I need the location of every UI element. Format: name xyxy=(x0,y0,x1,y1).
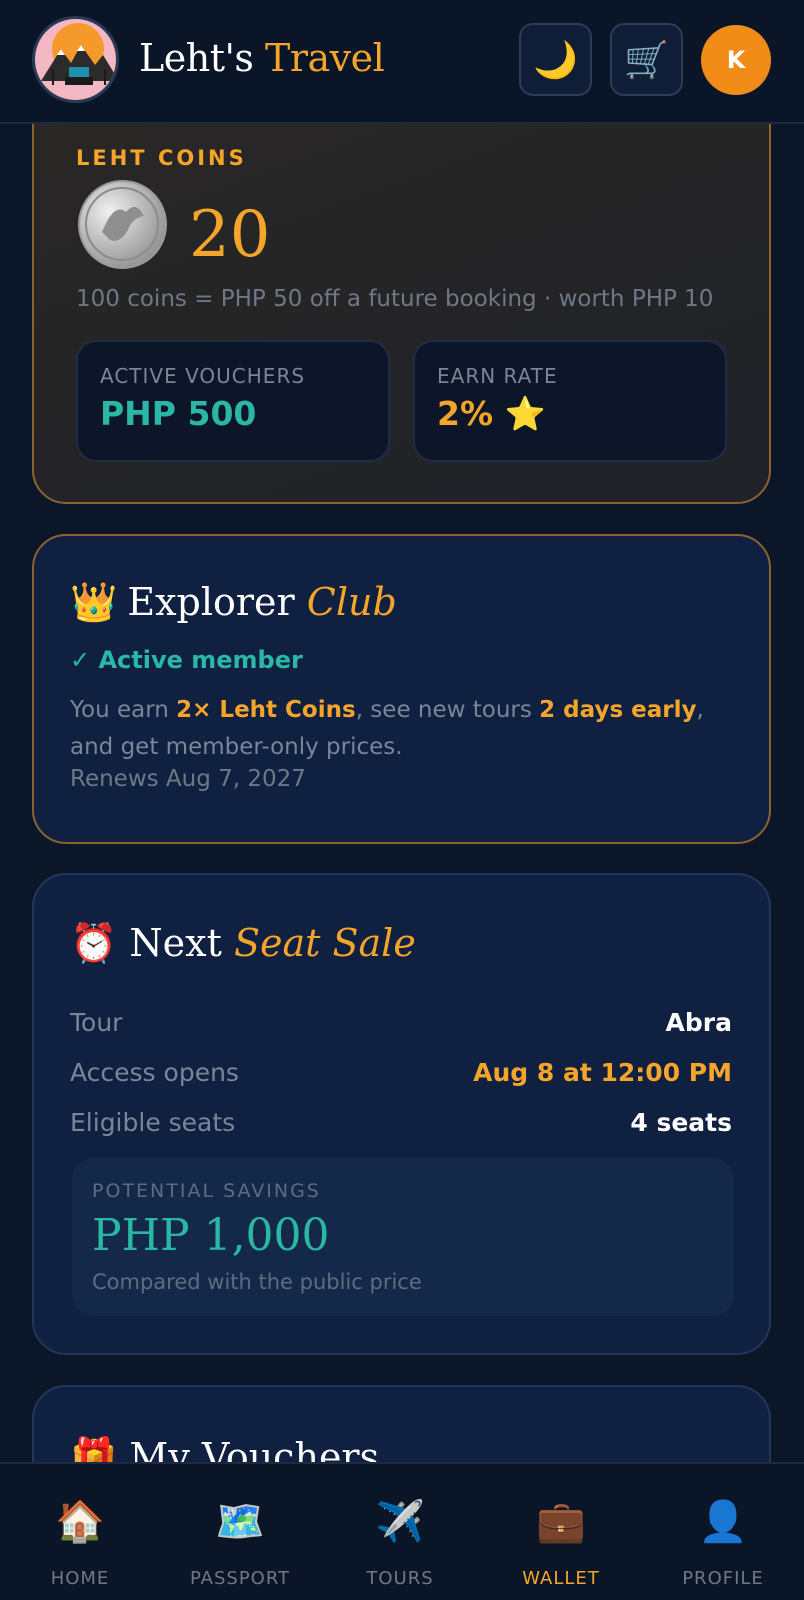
app-header: Leht's Travel 🌙 🛒 K xyxy=(0,0,804,124)
nav-home[interactable]: 🏠 HOME xyxy=(0,1464,160,1600)
potential-savings-box: POTENTIAL SAVINGS PHP 1,000 Compared wit… xyxy=(72,1158,734,1316)
club-desc-text: , see new tours xyxy=(355,697,540,723)
club-renewal-date: Renews Aug 7, 2027 xyxy=(70,766,306,792)
savings-note: Compared with the public price xyxy=(92,1270,422,1294)
moon-icon: 🌙 xyxy=(533,39,578,81)
leht-coins-card: LEHT COINS 20 100 coins = PHP 50 off a f… xyxy=(32,90,771,504)
seat-sale-card: ⏰ Next Seat Sale Tour Abra Access opens … xyxy=(32,873,771,1355)
earn-rate-label: EARN RATE xyxy=(437,364,558,388)
savings-label: POTENTIAL SAVINGS xyxy=(92,1180,321,1202)
cart-button[interactable]: 🛒 xyxy=(610,23,683,96)
seat-sale-title: ⏰ Next Seat Sale xyxy=(70,921,416,966)
explorer-club-card: 👑 Explorer Club ✓ Active member You earn … xyxy=(32,534,771,844)
user-avatar[interactable]: K xyxy=(701,25,771,95)
sale-row-value: 4 seats xyxy=(630,1108,732,1137)
brand-name-prefix: Leht's xyxy=(139,36,265,80)
theme-toggle-button[interactable]: 🌙 xyxy=(519,23,592,96)
sale-row-key: Access opens xyxy=(70,1058,239,1087)
nav-wallet[interactable]: 💼 WALLET xyxy=(481,1464,641,1600)
club-desc-coins: 2× Leht Coins xyxy=(176,697,356,723)
earn-rate-value: 2% ⭐ xyxy=(437,394,546,433)
nav-tours-label: TOURS xyxy=(366,1568,434,1589)
brand-name-accent: Travel xyxy=(265,36,385,80)
club-desc-early: 2 days early xyxy=(539,697,697,723)
avatar-initial: K xyxy=(726,46,746,74)
nav-home-label: HOME xyxy=(50,1568,110,1589)
active-vouchers-stat: ACTIVE VOUCHERS PHP 500 xyxy=(76,340,390,462)
club-title-accent: Club xyxy=(306,580,397,624)
nav-passport-label: PASSPORT xyxy=(189,1568,291,1589)
briefcase-icon: 💼 xyxy=(536,1499,586,1545)
active-vouchers-label: ACTIVE VOUCHERS xyxy=(100,364,306,388)
sale-row-seats: Eligible seats 4 seats xyxy=(70,1108,732,1148)
club-benefits: You earn 2× Leht Coins, see new tours 2 … xyxy=(70,692,740,766)
active-vouchers-value: PHP 500 xyxy=(100,394,257,433)
sale-row-tour: Tour Abra xyxy=(70,1008,732,1048)
bottom-nav: 🏠 HOME 🗺️ PASSPORT ✈️ TOURS 💼 WALLET 👤 P… xyxy=(0,1462,804,1600)
alarm-clock-icon: ⏰ xyxy=(70,921,118,965)
nav-passport[interactable]: 🗺️ PASSPORT xyxy=(160,1464,320,1600)
nav-profile[interactable]: 👤 PROFILE xyxy=(643,1464,803,1600)
club-desc-text: You earn xyxy=(70,697,177,723)
cart-icon: 🛒 xyxy=(624,39,669,81)
coins-conversion-note: 100 coins = PHP 50 off a future booking … xyxy=(76,286,714,312)
sale-row-key: Tour xyxy=(70,1008,123,1037)
coins-balance: 20 xyxy=(189,198,271,272)
crown-icon: 👑 xyxy=(70,580,118,624)
sale-row-key: Eligible seats xyxy=(70,1108,236,1137)
sale-row-access: Access opens Aug 8 at 12:00 PM xyxy=(70,1058,732,1098)
home-icon: 🏠 xyxy=(55,1499,105,1545)
profile-icon: 👤 xyxy=(698,1499,748,1545)
savings-value: PHP 1,000 xyxy=(92,1210,330,1261)
brand-logo[interactable] xyxy=(32,16,119,103)
club-title-main: Explorer xyxy=(127,580,307,624)
airplane-icon: ✈️ xyxy=(375,1499,425,1545)
sale-row-value: Abra xyxy=(665,1008,732,1037)
seat-sale-title-accent: Seat Sale xyxy=(233,921,416,965)
brand-name: Leht's Travel xyxy=(139,36,385,80)
nav-wallet-label: WALLET xyxy=(522,1568,600,1589)
club-title: 👑 Explorer Club xyxy=(70,580,397,625)
membership-status: ✓ Active member xyxy=(70,646,303,674)
map-icon: 🗺️ xyxy=(215,1499,265,1545)
earn-rate-stat: EARN RATE 2% ⭐ xyxy=(413,340,727,462)
sale-row-value: Aug 8 at 12:00 PM xyxy=(473,1058,732,1087)
nav-profile-label: PROFILE xyxy=(682,1568,764,1589)
nav-tours[interactable]: ✈️ TOURS xyxy=(320,1464,480,1600)
coin-icon xyxy=(78,180,167,269)
coins-title: LEHT COINS xyxy=(76,146,247,170)
seat-sale-title-main: Next xyxy=(129,921,234,965)
